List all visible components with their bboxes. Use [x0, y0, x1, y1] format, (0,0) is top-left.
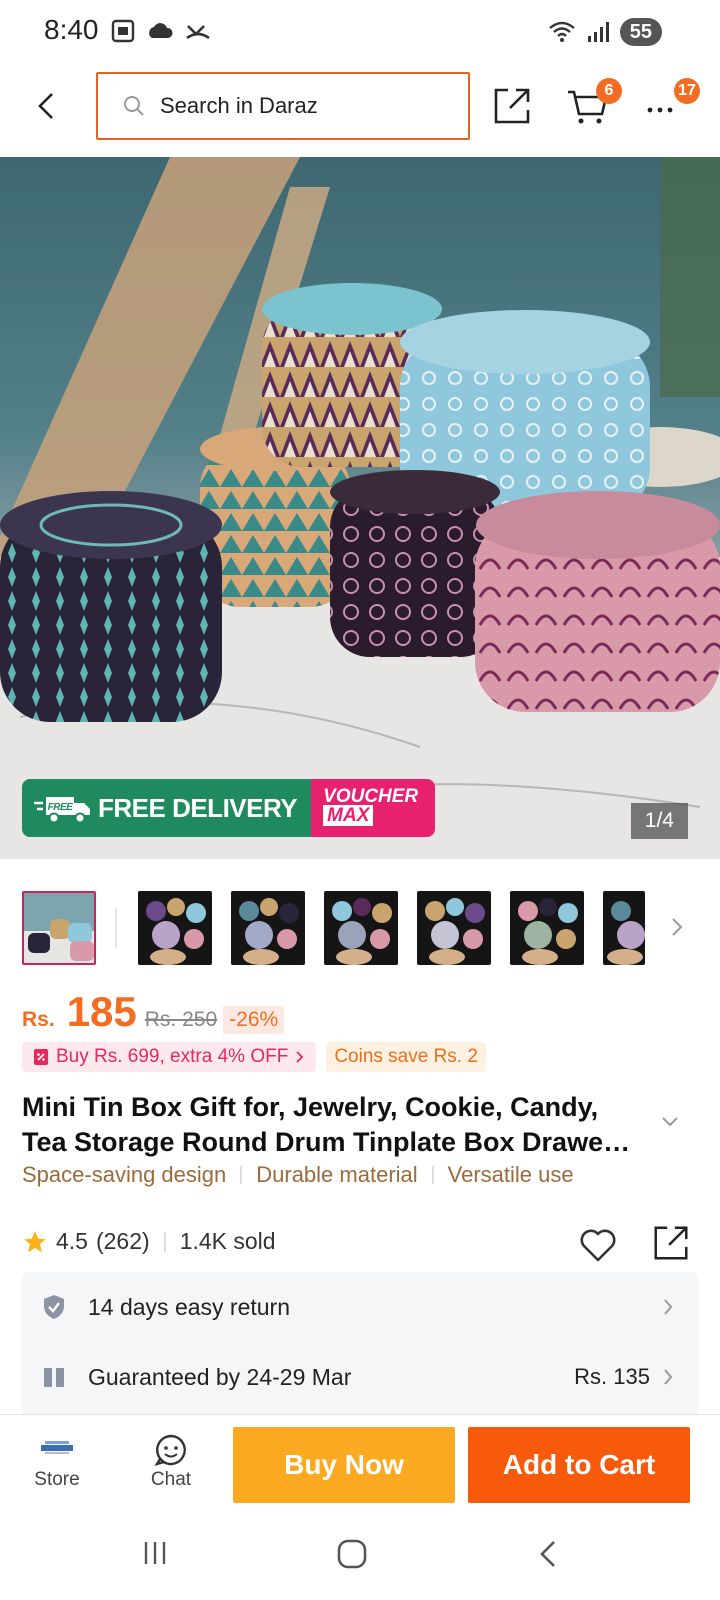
- system-nav-bar: [0, 1514, 720, 1600]
- original-price: Rs. 250: [144, 1008, 218, 1031]
- shield-check-icon: [44, 1295, 64, 1319]
- discount-badge: -26%: [223, 1006, 285, 1034]
- add-to-cart-button[interactable]: Add to Cart: [468, 1427, 690, 1503]
- chevron-right-icon[interactable]: [670, 916, 684, 938]
- chevron-right-icon: [296, 1051, 304, 1063]
- feature-divider: [240, 1166, 243, 1184]
- bulk-offer-text: Buy Rs. 699, extra 4% OFF: [56, 1046, 289, 1067]
- thumbnail-4[interactable]: [324, 891, 398, 965]
- bottom-action-bar: Store Chat Buy Now Add to Cart: [0, 1414, 720, 1514]
- back-nav-icon[interactable]: [536, 1538, 560, 1570]
- rating-divider: [163, 1231, 166, 1252]
- store-logo-icon: [41, 1441, 73, 1454]
- product-title[interactable]: Mini Tin Box Gift for, Jewelry, Cookie, …: [22, 1090, 672, 1160]
- delivery-box-icon: [44, 1368, 64, 1387]
- voucher-line1: VOUCHER: [323, 786, 419, 807]
- return-policy-text: 14 days easy return: [88, 1293, 291, 1320]
- chevron-right-icon: [664, 1369, 673, 1385]
- service-panel: 14 days easy return Guaranteed by 24-29 …: [22, 1272, 698, 1414]
- share-icon[interactable]: [490, 84, 534, 128]
- chevron-down-icon[interactable]: [660, 1115, 680, 1129]
- wifi-icon: [548, 21, 575, 42]
- feature-tag: Versatile use: [447, 1162, 574, 1187]
- signal-icon: [587, 22, 609, 42]
- chat-button[interactable]: Chat: [136, 1433, 206, 1491]
- thumbnail-7[interactable]: [603, 891, 645, 965]
- share-icon[interactable]: [650, 1222, 692, 1264]
- back-arrow-icon[interactable]: [30, 88, 66, 124]
- cart-count-badge: 6: [596, 78, 622, 104]
- price-currency: Rs.: [22, 1008, 55, 1031]
- product-photo: [0, 157, 720, 859]
- product-image-carousel[interactable]: FREE FREE DELIVERY VOUCHER MAX 1/4: [0, 157, 720, 859]
- coins-save-chip[interactable]: Coins save Rs. 2: [326, 1042, 486, 1072]
- battery-indicator: 55: [619, 18, 662, 46]
- product-title-line2: Tea Storage Round Drum Tinplate Box Draw…: [22, 1127, 631, 1157]
- cloud-icon: [149, 23, 173, 38]
- coupon-icon: [34, 1049, 48, 1065]
- status-system-icons: 55: [548, 18, 662, 46]
- image-pager: 1/4: [630, 803, 688, 839]
- app-header: Search in Daraz 6 17: [0, 64, 720, 156]
- delivery-guarantee-row[interactable]: Guaranteed by 24-29 Mar Rs. 135: [22, 1342, 698, 1412]
- voucher-max-badge: VOUCHER MAX: [311, 779, 436, 837]
- home-icon[interactable]: [336, 1538, 368, 1570]
- sold-count: 1.4K sold: [179, 1228, 276, 1254]
- voucher-line2: MAX: [323, 805, 374, 826]
- cart-button[interactable]: 6: [566, 78, 622, 130]
- review-count: (262): [95, 1228, 150, 1254]
- more-count-badge: 17: [674, 78, 700, 104]
- chat-icon: [154, 1434, 186, 1466]
- thumbnail-strip: [22, 890, 698, 966]
- free-tag: FREE: [48, 802, 74, 813]
- free-delivery-banner: FREE FREE DELIVERY VOUCHER MAX: [22, 779, 436, 837]
- buy-now-button[interactable]: Buy Now: [233, 1427, 455, 1503]
- store-button[interactable]: Store: [22, 1433, 92, 1491]
- wishlist-heart-icon[interactable]: [578, 1226, 618, 1264]
- free-delivery-label: FREE DELIVERY: [98, 792, 298, 823]
- return-policy-row[interactable]: 14 days easy return: [22, 1272, 698, 1342]
- thumbnail-divider: [115, 908, 117, 948]
- missed-call-icon: [186, 25, 210, 40]
- search-icon: [124, 96, 144, 116]
- price-row: Rs. 185 Rs. 250 -26%: [22, 988, 285, 1036]
- thumbnail-1[interactable]: [22, 891, 96, 965]
- screenshot-icon: [111, 19, 135, 43]
- chat-label: Chat: [150, 1469, 192, 1490]
- promo-row: Buy Rs. 699, extra 4% OFF Coins save Rs.…: [22, 1042, 486, 1072]
- search-placeholder: Search in Daraz: [160, 93, 318, 118]
- free-delivery-badge: FREE FREE DELIVERY: [22, 779, 312, 837]
- bulk-offer-chip[interactable]: Buy Rs. 699, extra 4% OFF: [22, 1042, 317, 1072]
- status-bar: 8:40 55: [0, 0, 720, 64]
- rating-row[interactable]: 4.5 (262) 1.4K sold: [22, 1228, 276, 1255]
- delivery-truck-icon: FREE: [34, 797, 90, 824]
- search-input[interactable]: Search in Daraz: [96, 72, 470, 140]
- more-menu-button[interactable]: 17: [646, 78, 700, 130]
- thumbnail-5[interactable]: [417, 891, 491, 965]
- status-time: 8:40: [44, 14, 99, 45]
- delivery-guarantee-text: Guaranteed by 24-29 Mar: [88, 1363, 352, 1390]
- delivery-fee: Rs. 135: [574, 1364, 650, 1389]
- rating-value: 4.5: [56, 1228, 88, 1254]
- status-notification-icons: [110, 18, 212, 44]
- feature-tag: Durable material: [256, 1162, 418, 1187]
- feature-tags: Space-saving design Durable material Ver…: [22, 1162, 574, 1188]
- feature-divider: [431, 1166, 434, 1184]
- thumbnail-3[interactable]: [231, 891, 305, 965]
- thumbnail-6[interactable]: [510, 891, 584, 965]
- product-title-line1: Mini Tin Box Gift for, Jewelry, Cookie, …: [22, 1092, 599, 1122]
- chevron-right-icon: [664, 1299, 673, 1315]
- star-icon: [24, 1230, 46, 1252]
- thumbnail-2[interactable]: [138, 891, 212, 965]
- recent-apps-icon[interactable]: [140, 1538, 170, 1568]
- feature-tag: Space-saving design: [22, 1162, 227, 1187]
- price-amount: 185: [66, 988, 137, 1035]
- store-label: Store: [34, 1469, 80, 1490]
